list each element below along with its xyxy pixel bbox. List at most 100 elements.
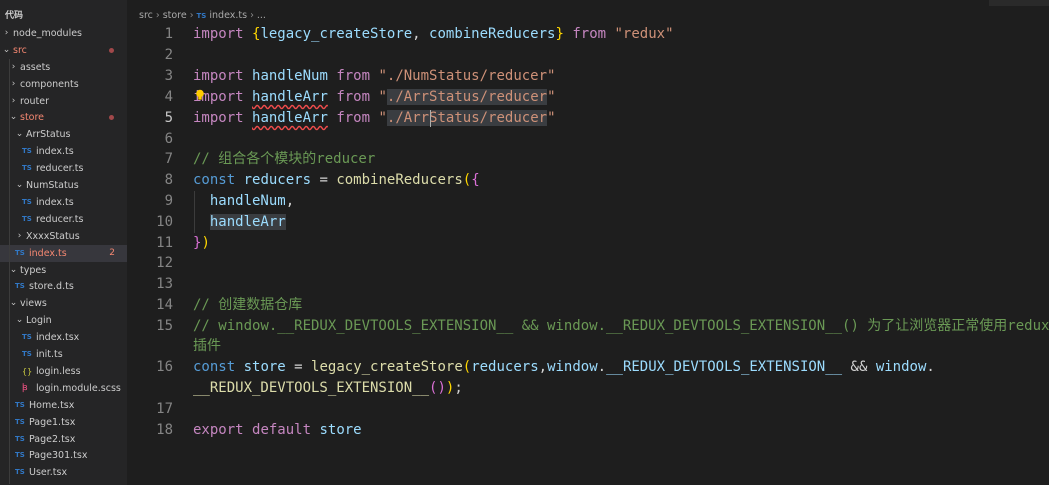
tree-folder[interactable]: › XxxxStatus <box>0 228 127 245</box>
tree-file[interactable]: TS Home.tsx <box>0 397 127 414</box>
code-line[interactable]: handleNum, <box>193 191 294 211</box>
breadcrumb-separator-icon: › <box>189 10 194 21</box>
tree-file[interactable]: TS index.ts <box>0 143 127 160</box>
tree-file[interactable]: TS User.tsx <box>0 464 127 481</box>
lightbulb-icon[interactable] <box>195 89 205 101</box>
chevron-right-icon: › <box>4 27 9 38</box>
breadcrumb-file[interactable]: index.ts <box>209 10 247 21</box>
text-cursor <box>430 110 431 127</box>
code-line[interactable]: // window.__REDUX_DEVTOOLS_EXTENSION__ &… <box>193 316 1049 336</box>
code-line[interactable]: const store = legacy_createStore(reducer… <box>193 357 935 377</box>
code-token: { <box>471 172 480 188</box>
code-token: . <box>597 359 607 375</box>
chevron-down-icon: ⌄ <box>15 315 24 326</box>
tree-file[interactable]: ꟓ login.module.scss <box>0 380 127 397</box>
code-token: legacy_createStore <box>260 26 413 42</box>
tree-folder[interactable]: › components <box>0 76 127 93</box>
code-editor[interactable]: src › store › TS index.ts ›... 1 import {legac… <box>127 0 1049 485</box>
code-token: handleArr <box>252 110 328 126</box>
breadcrumb-symbols[interactable]: ... <box>257 10 266 21</box>
code-line[interactable]: handleArr <box>193 212 286 232</box>
code-token: = <box>285 359 312 375</box>
tree-item-label: src <box>13 44 27 56</box>
code-token: ./ArrStatus/reducer <box>386 110 548 126</box>
tree-file[interactable]: TS init.ts <box>0 346 127 363</box>
code-line[interactable]: const reducers = combineReducers({ <box>193 170 480 190</box>
typescript-file-icon: TS <box>22 164 32 173</box>
tree-item-label: 代码 <box>5 11 24 21</box>
tree-item-label: node_modules <box>13 27 83 39</box>
tree-folder[interactable]: › router <box>0 93 127 110</box>
tree-item-label: index.ts <box>36 196 74 208</box>
explorer-section-header[interactable]: 代码 <box>0 8 127 25</box>
line-number: 1 <box>164 26 173 42</box>
tree-file[interactable]: TS index.ts <box>0 194 127 211</box>
code-token: ) <box>201 235 210 251</box>
tree-folder[interactable]: ⌄ ArrStatus <box>0 126 127 143</box>
code-line[interactable]: // 创建数据仓库 <box>193 295 302 315</box>
tree-folder[interactable]: ⌄ src <box>0 42 127 59</box>
code-token: " <box>378 89 387 105</box>
tree-folder[interactable]: ⌄ Login <box>0 312 127 329</box>
code-line[interactable]: 插件 <box>193 336 221 356</box>
tree-file[interactable]: TS Page2.tsx <box>0 431 127 448</box>
typescript-file-icon: TS <box>22 147 32 156</box>
tree-folder[interactable]: › node_modules <box>0 25 127 42</box>
chevron-down-icon: ⌄ <box>9 112 18 123</box>
breadcrumb-store[interactable]: store <box>163 10 187 21</box>
tree-folder[interactable]: ⌄ NumStatus <box>0 177 127 194</box>
code-token: default <box>252 422 312 438</box>
tree-item-label: index.tsx <box>36 332 80 344</box>
code-token: __REDUX_DEVTOOLS_EXTENSION__ <box>606 359 843 375</box>
code-token: . <box>926 359 935 375</box>
tree-folder[interactable]: ⌄ views <box>0 295 127 312</box>
tree-file[interactable]: TS index.ts 2 <box>0 244 127 262</box>
code-token: ( <box>462 359 472 375</box>
code-line[interactable]: // 组合各个模块的reducer <box>193 149 375 169</box>
tree-file[interactable]: {} login.less <box>0 363 127 380</box>
tree-file[interactable]: TS reducer.ts <box>0 211 127 228</box>
code-token: // 组合各个模块的reducer <box>193 151 376 167</box>
tree-file[interactable]: TS index.tsx <box>0 329 127 346</box>
code-token: ; <box>454 380 463 396</box>
tree-item-label: reducer.ts <box>36 163 84 175</box>
tree-file[interactable]: TS Page1.tsx <box>0 414 127 431</box>
tree-file[interactable]: TS store.d.ts <box>0 278 127 295</box>
code-line[interactable]: __REDUX_DEVTOOLS_EXTENSION__()); <box>193 378 463 398</box>
code-line[interactable]: import handleArr from "./ArrStatus/reduc… <box>193 87 556 107</box>
line-number: 7 <box>164 151 173 167</box>
tree-folder[interactable]: › assets <box>0 59 127 76</box>
tree-item-label: Login <box>26 315 52 327</box>
code-token: // 创建数据仓库 <box>193 297 303 313</box>
tree-folder[interactable]: ⌄ store <box>0 109 127 126</box>
code-token: } <box>555 26 564 42</box>
code-token: const <box>193 172 236 188</box>
tree-folder[interactable]: ⌄ types <box>0 262 127 279</box>
tree-file[interactable]: TS Page301.tsx <box>0 447 127 464</box>
indent-guide <box>194 191 195 233</box>
code-token: , <box>538 359 548 375</box>
line-number: 18 <box>156 422 173 438</box>
modified-dot-icon <box>109 115 114 121</box>
code-line[interactable]: }) <box>193 233 210 253</box>
breadcrumb-src[interactable]: src <box>139 10 153 21</box>
tree-item-label: NumStatus <box>26 180 79 191</box>
chevron-down-icon: ⌄ <box>9 298 18 309</box>
code-token: export <box>193 422 244 438</box>
breadcrumb-separator-icon: › <box>250 10 254 21</box>
indent-guide <box>9 59 10 484</box>
typescript-file-icon: TS <box>22 333 32 342</box>
code-line[interactable]: import {legacy_createStore, combineReduc… <box>193 24 674 44</box>
line-number: 13 <box>156 276 173 292</box>
code-line[interactable]: import handleArr from "./ArrStatus/reduc… <box>193 108 556 128</box>
chevron-right-icon: › <box>17 230 22 241</box>
tree-item-label: index.ts <box>36 146 74 158</box>
code-line[interactable]: import handleNum from "./NumStatus/reduc… <box>193 66 555 86</box>
code-line[interactable]: export default store <box>193 420 362 440</box>
tree-file[interactable]: TS reducer.ts <box>0 160 127 177</box>
breadcrumb: src › store › TS index.ts ›... <box>139 8 266 24</box>
tree-item-label: index.ts <box>29 247 67 259</box>
tree-item-label: Page1.tsx <box>29 416 76 428</box>
